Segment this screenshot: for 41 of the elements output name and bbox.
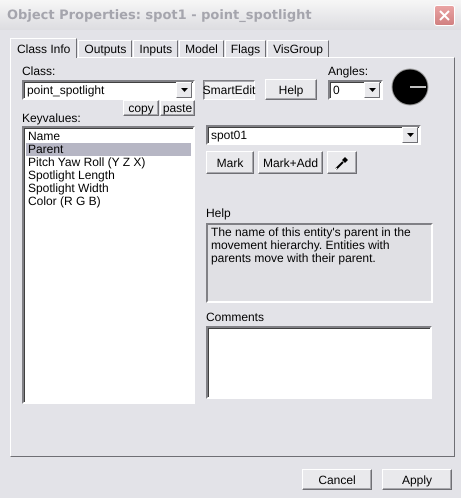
caret-icon xyxy=(368,88,376,92)
eyedropper-button[interactable] xyxy=(327,151,357,174)
section-label: Comments xyxy=(206,310,266,324)
angle-dial-icon[interactable] xyxy=(391,68,429,106)
window-title: Object Properties: spot1 - point_spotlight xyxy=(7,8,312,22)
tab[interactable]: Class Info xyxy=(10,38,78,58)
mark-button[interactable]: Mark xyxy=(206,151,254,174)
copy-button[interactable]: copy xyxy=(123,100,159,116)
section-label: Help xyxy=(206,206,232,220)
tab[interactable]: Flags xyxy=(224,40,266,57)
class-dropdown[interactable]: point_spotlight xyxy=(22,80,195,100)
dropdown-button[interactable] xyxy=(364,82,380,98)
dialog-button[interactable]: Cancel xyxy=(302,469,372,490)
dropdown-button[interactable] xyxy=(176,82,192,98)
list-item[interactable]: Name xyxy=(26,130,191,143)
dialog-button[interactable]: Apply xyxy=(382,469,452,490)
list-item[interactable]: Pitch Yaw Roll (Y Z X) xyxy=(26,156,191,169)
caret-icon xyxy=(406,133,414,137)
list-item[interactable]: Spotlight Length xyxy=(26,169,191,182)
caret-icon xyxy=(180,88,188,92)
comments-field[interactable] xyxy=(206,326,432,399)
field-label: Angles: xyxy=(328,64,370,78)
paste-button[interactable]: paste xyxy=(160,100,195,116)
list-item[interactable]: Parent xyxy=(26,143,191,156)
angles-dropdown[interactable]: 0 xyxy=(328,80,383,100)
dropdown-button[interactable] xyxy=(402,127,418,143)
field-label: Class: xyxy=(22,64,56,78)
list-item[interactable]: Spotlight Width xyxy=(26,182,191,195)
help-text: The name of this entity's parent in the movement hierarchy. Entities with parents move with their parent. xyxy=(206,223,433,303)
mark-button[interactable]: Mark+Add xyxy=(258,151,323,174)
field-label: Keyvalues: xyxy=(22,111,81,125)
list-item[interactable]: Color (R G B) xyxy=(26,195,191,208)
value-dropdown[interactable]: spot01 xyxy=(206,125,421,145)
tab[interactable]: Outputs xyxy=(78,40,132,57)
smartedit-button[interactable]: SmartEdit xyxy=(203,80,255,100)
tab[interactable]: Model xyxy=(179,40,224,57)
close-icon xyxy=(439,10,450,20)
close-button[interactable] xyxy=(434,4,455,26)
tab[interactable]: Inputs xyxy=(133,40,178,57)
help-button[interactable]: Help xyxy=(265,79,317,100)
tab[interactable]: VisGroup xyxy=(267,40,329,57)
